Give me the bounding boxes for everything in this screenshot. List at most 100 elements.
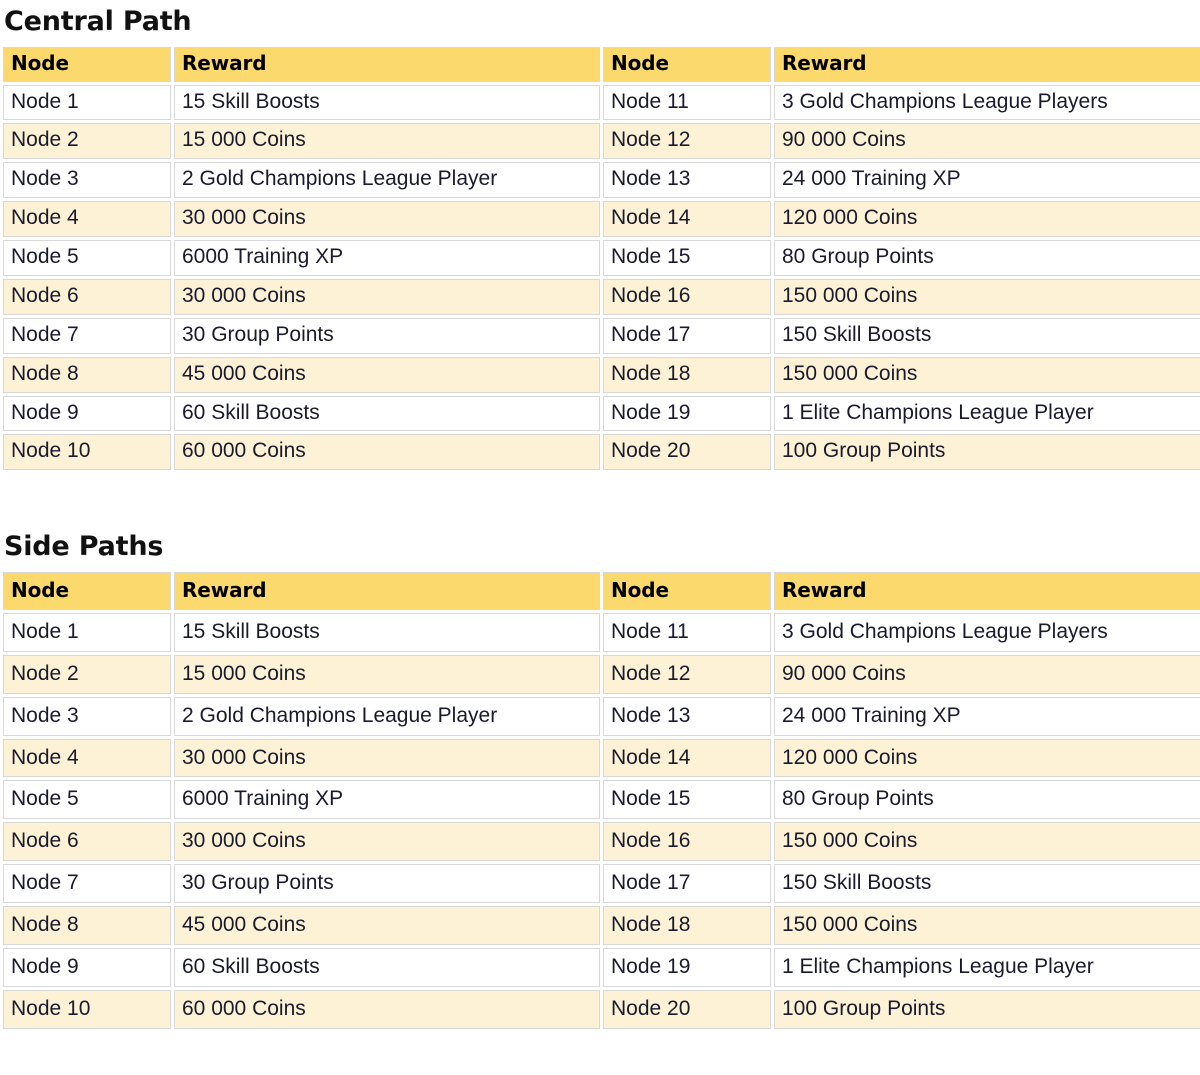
- cell-node-left: Node 2: [3, 123, 171, 160]
- table-row: Node 4 30 000 Coins Node 14 120 000 Coin…: [3, 201, 1200, 238]
- cell-node-right: Node 15: [603, 780, 771, 820]
- cell-node-left: Node 1: [3, 612, 171, 652]
- cell-reward-left: 30 000 Coins: [174, 822, 600, 862]
- table-row: Node 8 45 000 Coins Node 18 150 000 Coin…: [3, 356, 1200, 393]
- section-title-central-path: Central Path: [4, 6, 192, 37]
- cell-node-right: Node 18: [603, 356, 771, 393]
- central-path-table-head: Node Reward Node Reward: [3, 47, 1200, 82]
- cell-node-right: Node 12: [603, 123, 771, 160]
- cell-node-right: Node 11: [603, 612, 771, 652]
- cell-reward-left: 60 000 Coins: [174, 989, 600, 1029]
- column-header-node-left: Node: [3, 572, 171, 610]
- cell-reward-left: 6000 Training XP: [174, 780, 600, 820]
- table-header-row: Node Reward Node Reward: [3, 572, 1200, 610]
- table-row: Node 7 30 Group Points Node 17 150 Skill…: [3, 317, 1200, 354]
- side-paths-table-body: Node 1 15 Skill Boosts Node 11 3 Gold Ch…: [3, 612, 1200, 1029]
- reward-tables-page: Central Path Node Reward Node Reward Nod…: [0, 0, 1200, 1032]
- cell-node-left: Node 2: [3, 654, 171, 694]
- cell-reward-right: 150 000 Coins: [774, 906, 1200, 945]
- cell-reward-left: 30 000 Coins: [174, 201, 600, 238]
- cell-node-left: Node 6: [3, 278, 171, 315]
- cell-reward-right: 24 000 Training XP: [774, 696, 1200, 736]
- cell-node-right: Node 13: [603, 162, 771, 199]
- cell-node-right: Node 16: [603, 278, 771, 315]
- cell-reward-left: 2 Gold Champions League Player: [174, 162, 600, 199]
- table-row: Node 9 60 Skill Boosts Node 19 1 Elite C…: [3, 947, 1200, 987]
- title-table-gap: [0, 560, 1200, 569]
- side-paths-table-head: Node Reward Node Reward: [3, 572, 1200, 610]
- table-row: Node 1 15 Skill Boosts Node 11 3 Gold Ch…: [3, 612, 1200, 652]
- cell-reward-left: 60 Skill Boosts: [174, 947, 600, 987]
- table-row: Node 3 2 Gold Champions League Player No…: [3, 696, 1200, 736]
- cell-reward-right: 120 000 Coins: [774, 738, 1200, 778]
- column-header-reward-right: Reward: [774, 47, 1200, 82]
- table-row: Node 2 15 000 Coins Node 12 90 000 Coins: [3, 123, 1200, 160]
- cell-node-left: Node 5: [3, 780, 171, 820]
- column-header-reward-left: Reward: [174, 572, 600, 610]
- cell-reward-right: 150 000 Coins: [774, 356, 1200, 393]
- cell-reward-left: 60 Skill Boosts: [174, 395, 600, 432]
- cell-node-right: Node 11: [603, 84, 771, 121]
- table-row: Node 10 60 000 Coins Node 20 100 Group P…: [3, 989, 1200, 1029]
- cell-node-left: Node 3: [3, 696, 171, 736]
- cell-node-left: Node 9: [3, 395, 171, 432]
- cell-node-right: Node 14: [603, 201, 771, 238]
- table-row: Node 10 60 000 Coins Node 20 100 Group P…: [3, 434, 1200, 471]
- table-row: Node 7 30 Group Points Node 17 150 Skill…: [3, 864, 1200, 904]
- cell-reward-left: 30 Group Points: [174, 317, 600, 354]
- cell-node-left: Node 7: [3, 317, 171, 354]
- cell-node-left: Node 8: [3, 356, 171, 393]
- cell-reward-left: 30 000 Coins: [174, 738, 600, 778]
- cell-reward-right: 150 000 Coins: [774, 278, 1200, 315]
- table-row: Node 9 60 Skill Boosts Node 19 1 Elite C…: [3, 395, 1200, 432]
- cell-node-left: Node 3: [3, 162, 171, 199]
- cell-node-left: Node 9: [3, 947, 171, 987]
- central-path-table-wrapper: Node Reward Node Reward Node 1 15 Skill …: [0, 44, 1200, 474]
- cell-reward-left: 15 Skill Boosts: [174, 84, 600, 121]
- cell-reward-right: 100 Group Points: [774, 989, 1200, 1029]
- cell-node-left: Node 6: [3, 822, 171, 862]
- column-header-node-right: Node: [603, 47, 771, 82]
- cell-node-right: Node 17: [603, 864, 771, 904]
- cell-node-left: Node 4: [3, 738, 171, 778]
- cell-reward-right: 90 000 Coins: [774, 123, 1200, 160]
- cell-node-left: Node 10: [3, 989, 171, 1029]
- table-row: Node 4 30 000 Coins Node 14 120 000 Coin…: [3, 738, 1200, 778]
- cell-reward-right: 150 Skill Boosts: [774, 317, 1200, 354]
- cell-reward-left: 15 Skill Boosts: [174, 612, 600, 652]
- cell-reward-right: 3 Gold Champions League Players: [774, 84, 1200, 121]
- central-path-table-body: Node 1 15 Skill Boosts Node 11 3 Gold Ch…: [3, 84, 1200, 471]
- cell-node-right: Node 18: [603, 906, 771, 945]
- cell-reward-right: 24 000 Training XP: [774, 162, 1200, 199]
- table-row: Node 2 15 000 Coins Node 12 90 000 Coins: [3, 654, 1200, 694]
- cell-reward-right: 1 Elite Champions League Player: [774, 947, 1200, 987]
- cell-node-right: Node 19: [603, 947, 771, 987]
- side-paths-table-wrapper: Node Reward Node Reward Node 1 15 Skill …: [0, 569, 1200, 1032]
- cell-node-left: Node 4: [3, 201, 171, 238]
- cell-reward-left: 2 Gold Champions League Player: [174, 696, 600, 736]
- cell-node-right: Node 15: [603, 240, 771, 276]
- column-header-node-right: Node: [603, 572, 771, 610]
- table-row: Node 5 6000 Training XP Node 15 80 Group…: [3, 780, 1200, 820]
- cell-reward-right: 150 000 Coins: [774, 822, 1200, 862]
- cell-reward-left: 30 Group Points: [174, 864, 600, 904]
- cell-node-right: Node 20: [603, 434, 771, 471]
- table-row: Node 6 30 000 Coins Node 16 150 000 Coin…: [3, 278, 1200, 315]
- table-row: Node 5 6000 Training XP Node 15 80 Group…: [3, 240, 1200, 276]
- column-header-node-left: Node: [3, 47, 171, 82]
- cell-reward-left: 60 000 Coins: [174, 434, 600, 471]
- table-row: Node 1 15 Skill Boosts Node 11 3 Gold Ch…: [3, 84, 1200, 121]
- side-paths-table: Node Reward Node Reward Node 1 15 Skill …: [0, 569, 1200, 1032]
- cell-node-right: Node 19: [603, 395, 771, 432]
- cell-node-left: Node 8: [3, 906, 171, 945]
- column-header-reward-left: Reward: [174, 47, 600, 82]
- cell-node-right: Node 17: [603, 317, 771, 354]
- cell-reward-right: 150 Skill Boosts: [774, 864, 1200, 904]
- cell-reward-right: 3 Gold Champions League Players: [774, 612, 1200, 652]
- cell-reward-right: 90 000 Coins: [774, 654, 1200, 694]
- cell-node-right: Node 12: [603, 654, 771, 694]
- cell-reward-left: 6000 Training XP: [174, 240, 600, 276]
- cell-reward-right: 100 Group Points: [774, 434, 1200, 471]
- table-row: Node 3 2 Gold Champions League Player No…: [3, 162, 1200, 199]
